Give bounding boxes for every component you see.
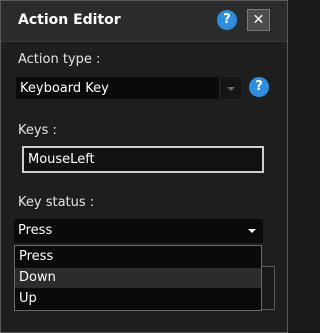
key-status-dropdown-list: Press Down Up [14, 245, 262, 311]
action-type-select[interactable]: Keyboard Key [16, 77, 241, 99]
key-status-select[interactable]: Press [14, 219, 263, 243]
option-up[interactable]: Up [15, 289, 261, 309]
help-icon[interactable]: ? [217, 10, 237, 30]
dialog-title: Action Editor [18, 12, 121, 28]
chevron-down-icon [227, 87, 235, 91]
close-button[interactable]: ✕ [247, 9, 270, 31]
action-type-value: Keyboard Key [20, 81, 109, 96]
option-down[interactable]: Down [15, 268, 261, 288]
key-status-value: Press [18, 223, 53, 238]
key-status-dropdown-button[interactable] [241, 219, 263, 243]
keys-label: Keys : [18, 123, 57, 138]
key-status-label: Key status : [18, 195, 95, 210]
keys-input[interactable]: MouseLeft [22, 146, 264, 173]
action-type-dropdown-button[interactable] [219, 77, 241, 99]
chevron-down-icon [248, 229, 256, 233]
action-editor-dialog: Action Editor ? ✕ Action type : Keyboard… [0, 0, 288, 333]
title-bar: Action Editor ? ✕ [1, 1, 287, 42]
option-press[interactable]: Press [15, 247, 261, 267]
action-type-label: Action type : [18, 52, 101, 67]
action-type-help-icon[interactable]: ? [249, 77, 269, 97]
